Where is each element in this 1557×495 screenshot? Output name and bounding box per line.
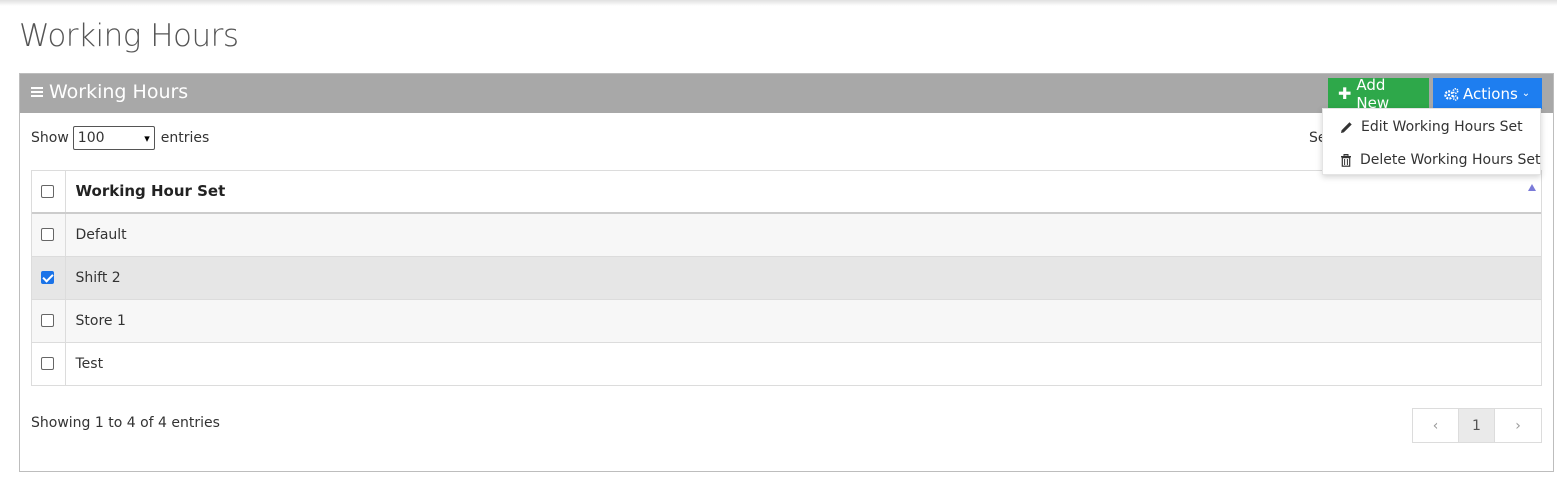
entries-select[interactable]: 100 ▾	[72, 126, 155, 150]
plus-icon: ✚	[1338, 84, 1352, 103]
row-name: Test	[65, 342, 1542, 386]
menu-item-label: Delete Working Hours Set	[1360, 152, 1541, 168]
actions-dropdown-menu: Edit Working Hours Set Delete Working Ho…	[1322, 108, 1541, 175]
entries-select-value: 100	[77, 130, 105, 146]
trash-icon	[1341, 153, 1351, 167]
add-new-label: Add New	[1356, 75, 1390, 112]
select-all-cell	[31, 170, 66, 214]
menu-item-delete-working-hours-set[interactable]: Delete Working Hours Set	[1340, 152, 1540, 168]
select-all-checkbox[interactable]	[41, 185, 55, 198]
row-checkbox[interactable]	[41, 228, 55, 242]
row-name: Shift 2	[65, 256, 1542, 300]
pagination: ‹ 1 ›	[1412, 408, 1542, 443]
page-1-button[interactable]: 1	[1459, 409, 1495, 442]
top-shadow	[0, 0, 1557, 6]
table-header-row: Working Hour Set	[31, 170, 1542, 214]
table-info: Showing 1 to 4 of 4 entries	[31, 415, 220, 431]
panel-title-text: Working Hours	[49, 81, 189, 103]
chevron-down-icon: ⌄	[1521, 88, 1531, 99]
table-row[interactable]: Shift 2	[31, 256, 1542, 300]
menu-item-label: Edit Working Hours Set	[1361, 119, 1523, 135]
table-row[interactable]: Default	[31, 213, 1542, 257]
actions-label: Actions	[1463, 84, 1518, 103]
length-control: Show 100 ▾ entries	[31, 126, 209, 150]
select-caret-icon: ▾	[144, 131, 150, 145]
table-row[interactable]: Store 1	[31, 299, 1542, 343]
table-row[interactable]: Test	[31, 342, 1542, 386]
next-page-button[interactable]: ›	[1495, 409, 1541, 442]
row-name: Default	[65, 213, 1542, 257]
prev-page-button[interactable]: ‹	[1413, 409, 1459, 442]
sort-asc-icon	[1528, 184, 1536, 191]
working-hours-table: Working Hour Set Default Shift 2 Store 1…	[31, 170, 1542, 386]
bars-icon	[31, 87, 43, 97]
column-header-label: Working Hour Set	[75, 182, 226, 200]
menu-item-edit-working-hours-set[interactable]: Edit Working Hours Set	[1340, 119, 1523, 135]
column-header-working-hour-set[interactable]: Working Hour Set	[65, 170, 1542, 214]
row-checkbox[interactable]	[41, 271, 55, 284]
actions-button[interactable]: Actions ⌄	[1433, 78, 1542, 109]
add-new-button[interactable]: ✚ Add New	[1328, 75, 1429, 112]
pencil-icon	[1341, 121, 1352, 133]
row-checkbox[interactable]	[41, 314, 55, 327]
row-name: Store 1	[65, 299, 1542, 343]
gears-icon	[1444, 87, 1459, 101]
panel-title: Working Hours	[31, 81, 188, 103]
row-checkbox[interactable]	[41, 357, 55, 370]
entries-label: entries	[160, 130, 210, 146]
page-title: Working Hours	[19, 18, 239, 54]
show-label: Show	[31, 130, 69, 146]
